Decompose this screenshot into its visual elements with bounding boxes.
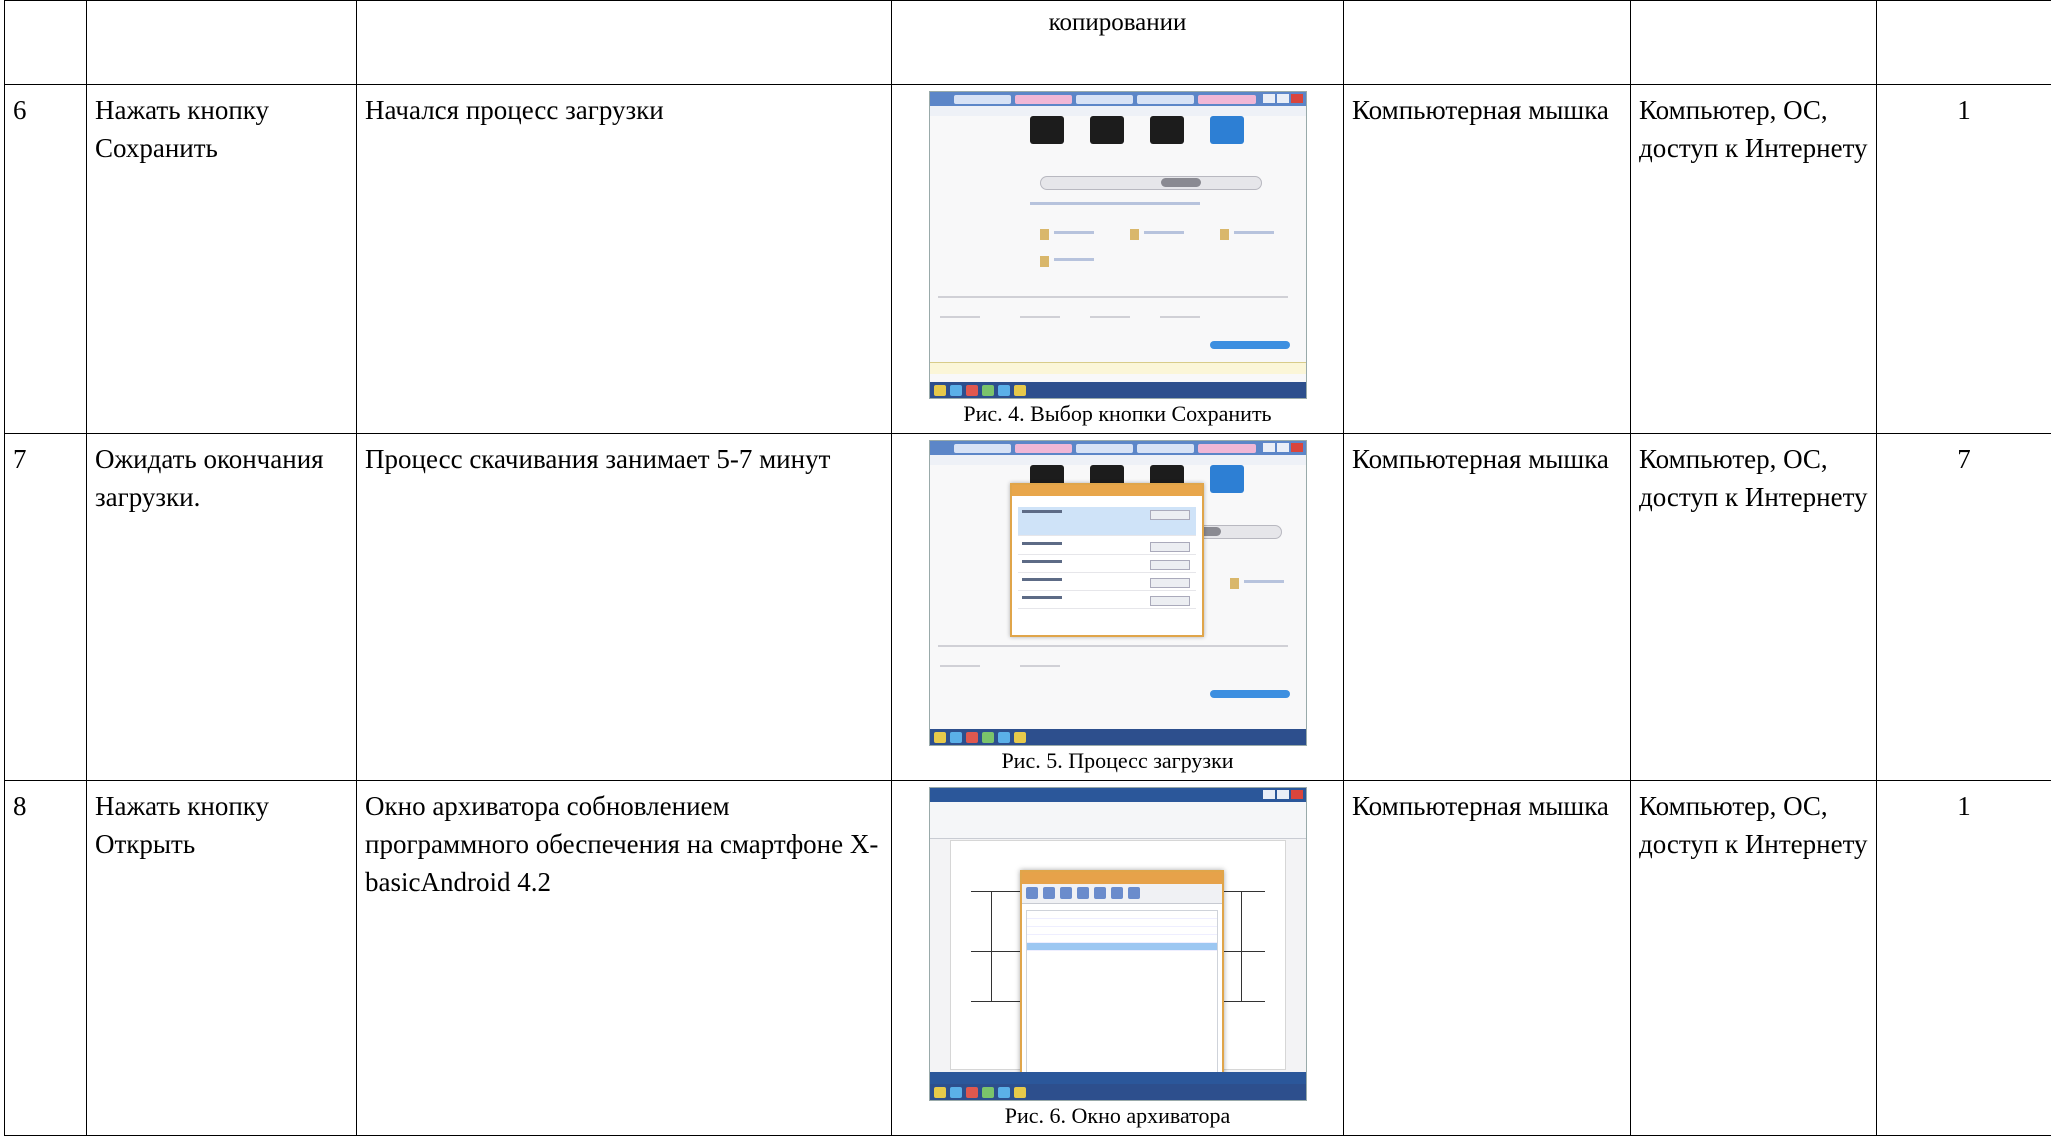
figure-cell: Рис. 4. Выбор кнопки Сохранить: [892, 85, 1344, 434]
table-row: 6 Нажать кнопку Сохранить Начался процес…: [5, 85, 2051, 434]
figure-cell: Рис. 5. Процесс загрузки: [892, 434, 1344, 781]
step-quantity: 1: [1877, 85, 2051, 434]
table-row: копировании: [5, 1, 2051, 85]
download-progress-screenshot-image: [929, 440, 1307, 746]
step-quantity: 1: [1877, 781, 2051, 1136]
step-number: 8: [5, 781, 87, 1136]
step-number: [5, 1, 87, 85]
figure-cell: копировании: [892, 1, 1344, 85]
step-action: [87, 1, 357, 85]
step-result: Процесс скачивания занимает 5-7 минут: [357, 434, 892, 781]
figure-caption: Рис. 5. Процесс загрузки: [900, 748, 1335, 774]
figure-cell: Рис. 6. Окно архиватора: [892, 781, 1344, 1136]
figure-caption: Рис. 4. Выбор кнопки Сохранить: [900, 401, 1335, 427]
step-resources: Компьютер, ОС, доступ к Интернету: [1631, 781, 1877, 1136]
step-tool: [1344, 1, 1631, 85]
table-row: 8 Нажать кнопку Открыть Окно архиватора …: [5, 781, 2051, 1136]
table-row: 7 Ожидать окончания загрузки. Процесс ск…: [5, 434, 2051, 781]
step-quantity: [1877, 1, 2051, 85]
step-action: Ожидать окончания загрузки.: [87, 434, 357, 781]
step-quantity: 7: [1877, 434, 2051, 781]
instruction-table: копировании 6 Нажать кнопку Сохранить На…: [4, 0, 2051, 1136]
step-resources: Компьютер, ОС, доступ к Интернету: [1631, 434, 1877, 781]
figure-continuation-text: копировании: [900, 7, 1335, 39]
step-resources: Компьютер, ОС, доступ к Интернету: [1631, 85, 1877, 434]
step-action: Нажать кнопку Сохранить: [87, 85, 357, 434]
step-tool: Компьютерная мышка: [1344, 85, 1631, 434]
step-tool: Компьютерная мышка: [1344, 434, 1631, 781]
step-result: Окно архиватора собновлением программног…: [357, 781, 892, 1136]
step-tool: Компьютерная мышка: [1344, 781, 1631, 1136]
step-result: Начался процесс загрузки: [357, 85, 892, 434]
step-action: Нажать кнопку Открыть: [87, 781, 357, 1136]
step-number: 6: [5, 85, 87, 434]
browser-screenshot-image: [929, 91, 1307, 399]
figure-caption: Рис. 6. Окно архиватора: [900, 1103, 1335, 1129]
step-resources: [1631, 1, 1877, 85]
step-result: [357, 1, 892, 85]
step-number: 7: [5, 434, 87, 781]
archiver-screenshot-image: [929, 787, 1307, 1101]
